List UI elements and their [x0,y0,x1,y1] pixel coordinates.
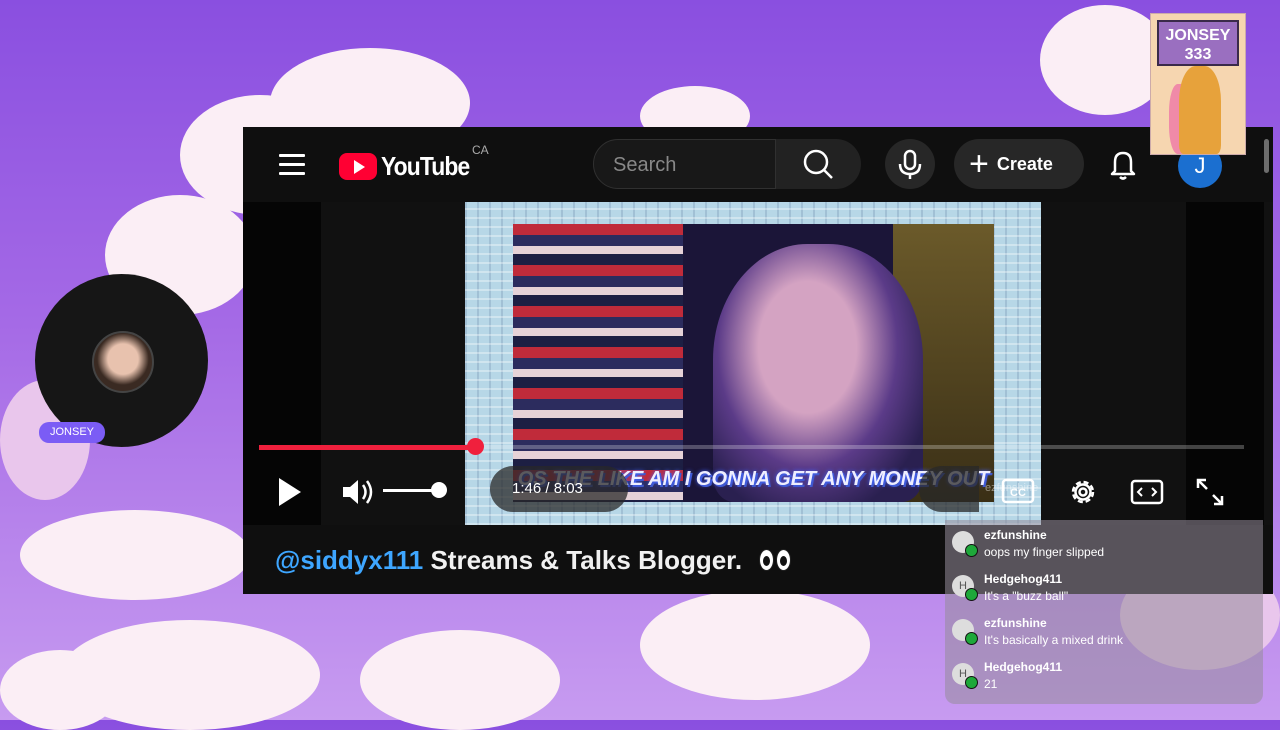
sticker-line-1: JONSEY [1165,27,1231,44]
gear-icon [1071,480,1095,504]
progress-played [259,445,475,450]
video-title-handle[interactable]: @siddyx111 [275,545,423,575]
create-button[interactable]: + Create [954,139,1084,189]
plus-icon: + [969,145,989,183]
voice-search-button[interactable] [885,139,935,189]
play-icon [279,478,301,506]
chat-username: ezfunshine [984,528,1047,542]
streamer-avatar [92,331,154,393]
chat-avatar: H [952,575,978,601]
chat-badge-icon [965,588,978,601]
chat-username: Hedgehog411 [984,660,1063,674]
play-button[interactable] [267,470,311,514]
chat-text: It's basically a mixed drink [984,633,1124,647]
chat-text: oops my finger slipped [984,545,1105,559]
chat-avatar [952,531,978,557]
eyes-emoji-icon [759,547,793,578]
volume-slider-handle[interactable] [431,482,447,498]
logo-text: YouTube [381,150,470,181]
theater-mode-button[interactable] [1125,470,1169,514]
webcam-label: JONSEY [39,422,105,443]
search-input[interactable]: Search [593,139,776,189]
youtube-play-icon [339,152,377,180]
time-display: 1:46 / 8:03 [490,466,628,512]
chat-text: It's a "buzz ball" [984,589,1069,603]
hamburger-menu-icon[interactable] [279,154,305,176]
microphone-icon [898,149,922,179]
video-person [713,244,923,502]
chat-username: Hedgehog411 [984,572,1063,586]
sticker-banner: JONSEY 333 [1157,20,1239,66]
video-player[interactable]: OS THE LIKE AM I GONNA GET ANY MONEY OUT… [243,202,1273,525]
giraffe-sticker: JONSEY 333 [1150,13,1246,155]
search-icon [803,149,833,179]
giraffe-icon [1179,66,1221,154]
chat-badge-icon [965,544,978,557]
video-title-text: Streams & Talks Blogger. [423,545,743,575]
chat-faded-username: ezfunshine [985,482,1039,494]
mute-button[interactable] [335,470,379,514]
video-content: OS THE LIKE AM I GONNA GET ANY MONEY OUT [513,224,994,502]
video-title[interactable]: @siddyx111 Streams & Talks Blogger. [275,545,793,578]
search-button[interactable] [776,139,861,189]
country-code: CA [472,143,489,157]
chat-username: ezfunshine [984,616,1047,630]
chat-badge-icon [965,676,978,689]
chat-avatar [952,619,978,645]
chat-text: 21 [984,677,998,691]
volume-icon [343,480,373,504]
chat-badge-icon [965,632,978,645]
theater-mode-icon [1130,479,1164,505]
bell-icon [1110,151,1136,180]
youtube-logo[interactable]: YouTube CA [339,143,489,183]
fullscreen-icon [1196,478,1224,506]
progress-scrubber[interactable] [467,438,484,455]
create-label: Create [996,153,1053,174]
sticker-line-2: 333 [1184,46,1212,63]
scrollbar-thumb[interactable] [1264,139,1269,173]
notifications-button[interactable] [1103,144,1143,184]
settings-button[interactable] [1061,470,1105,514]
fullscreen-button[interactable] [1188,470,1232,514]
chat-avatar: H [952,663,978,689]
